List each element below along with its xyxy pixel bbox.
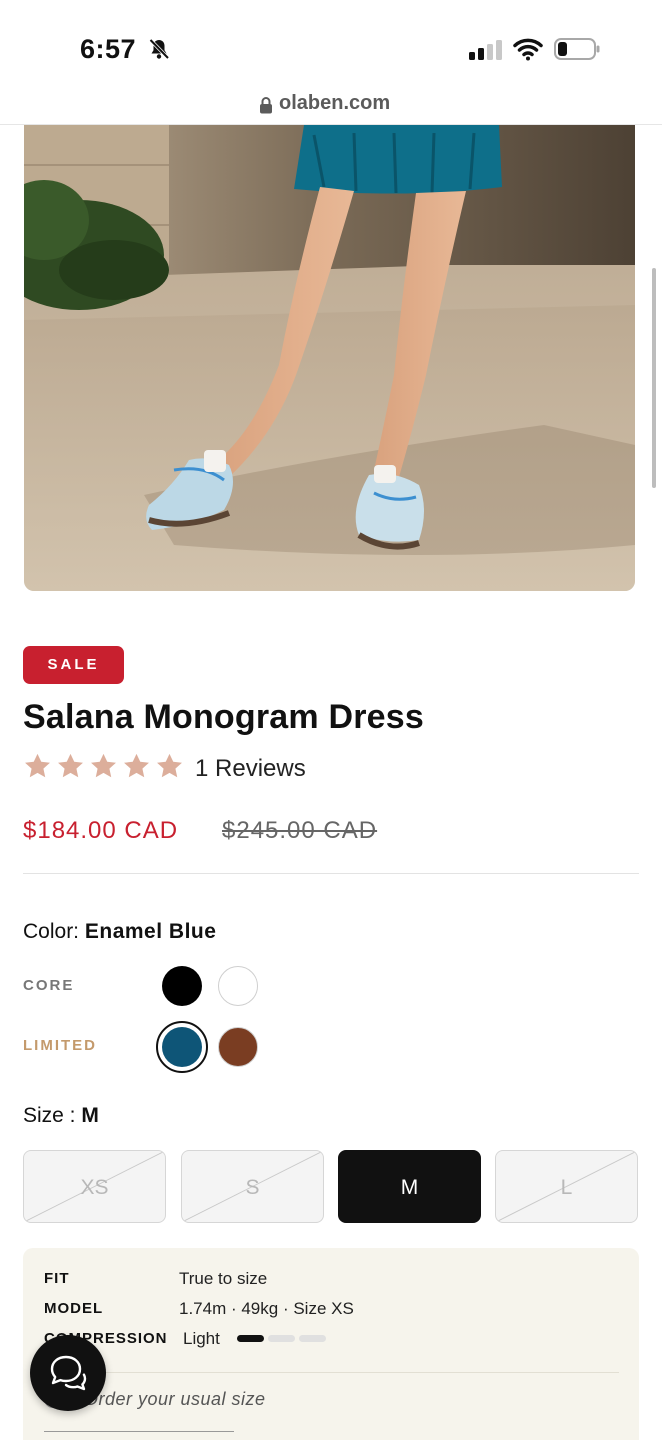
size-s-button[interactable]: S: [181, 1150, 324, 1223]
star-icon: [157, 753, 182, 778]
page-scrollbar[interactable]: [652, 268, 656, 488]
color-group-core: CORE: [23, 977, 75, 994]
compression-value: Light: [183, 1329, 220, 1348]
fit-key: FIT: [44, 1270, 70, 1287]
url-text[interactable]: olaben.com: [279, 92, 390, 115]
product-photo: [24, 125, 635, 591]
size-label: Size : M: [23, 1104, 99, 1127]
cellular-signal-icon: [469, 40, 502, 60]
swatch-enamel-blue[interactable]: [162, 1027, 202, 1067]
size-m-button[interactable]: M: [338, 1150, 481, 1223]
swatch-white[interactable]: [218, 966, 258, 1006]
wifi-icon: [513, 38, 543, 61]
model-key: MODEL: [44, 1300, 104, 1317]
rating-stars[interactable]: [23, 752, 184, 781]
bell-muted-icon: [149, 38, 170, 60]
star-icon: [25, 753, 50, 778]
fit-divider: [44, 1372, 619, 1373]
reviews-link[interactable]: 1 Reviews: [195, 755, 306, 783]
fit-value: True to size: [179, 1269, 268, 1288]
compression-segment: [268, 1335, 295, 1342]
chat-bubbles-icon: [50, 1355, 87, 1391]
size-xs-button[interactable]: XS: [23, 1150, 166, 1223]
battery-icon: [554, 38, 600, 60]
lock-icon: [260, 97, 272, 114]
sale-badge: SALE: [23, 646, 124, 684]
size-tip: Order your usual size: [84, 1389, 266, 1409]
status-time: 6:57: [80, 34, 137, 64]
divider: [23, 873, 639, 874]
chat-button[interactable]: [30, 1335, 106, 1411]
swatch-brown[interactable]: [218, 1027, 258, 1067]
selected-size: M: [81, 1104, 99, 1127]
star-icon: [91, 753, 116, 778]
star-icon: [124, 753, 149, 778]
star-icon: [58, 753, 83, 778]
swatch-black[interactable]: [162, 966, 202, 1006]
product-image[interactable]: [24, 125, 635, 591]
tip-underline: [44, 1431, 234, 1432]
status-bar: 6:57: [0, 0, 662, 90]
selected-color-name: Enamel Blue: [84, 920, 217, 943]
size-l-button[interactable]: L: [495, 1150, 638, 1223]
sale-price: $184.00 CAD: [23, 817, 179, 844]
compression-meter: [237, 1335, 326, 1342]
model-value: 1.74m · 49kg · Size XS: [179, 1299, 354, 1318]
color-label: Color: Enamel Blue: [23, 920, 217, 943]
compression-segment: [237, 1335, 264, 1342]
compare-price: $245.00 CAD: [222, 817, 378, 844]
compression-segment: [299, 1335, 326, 1342]
color-group-limited: LIMITED: [23, 1037, 97, 1054]
product-title: Salana Monogram Dress: [23, 698, 424, 736]
